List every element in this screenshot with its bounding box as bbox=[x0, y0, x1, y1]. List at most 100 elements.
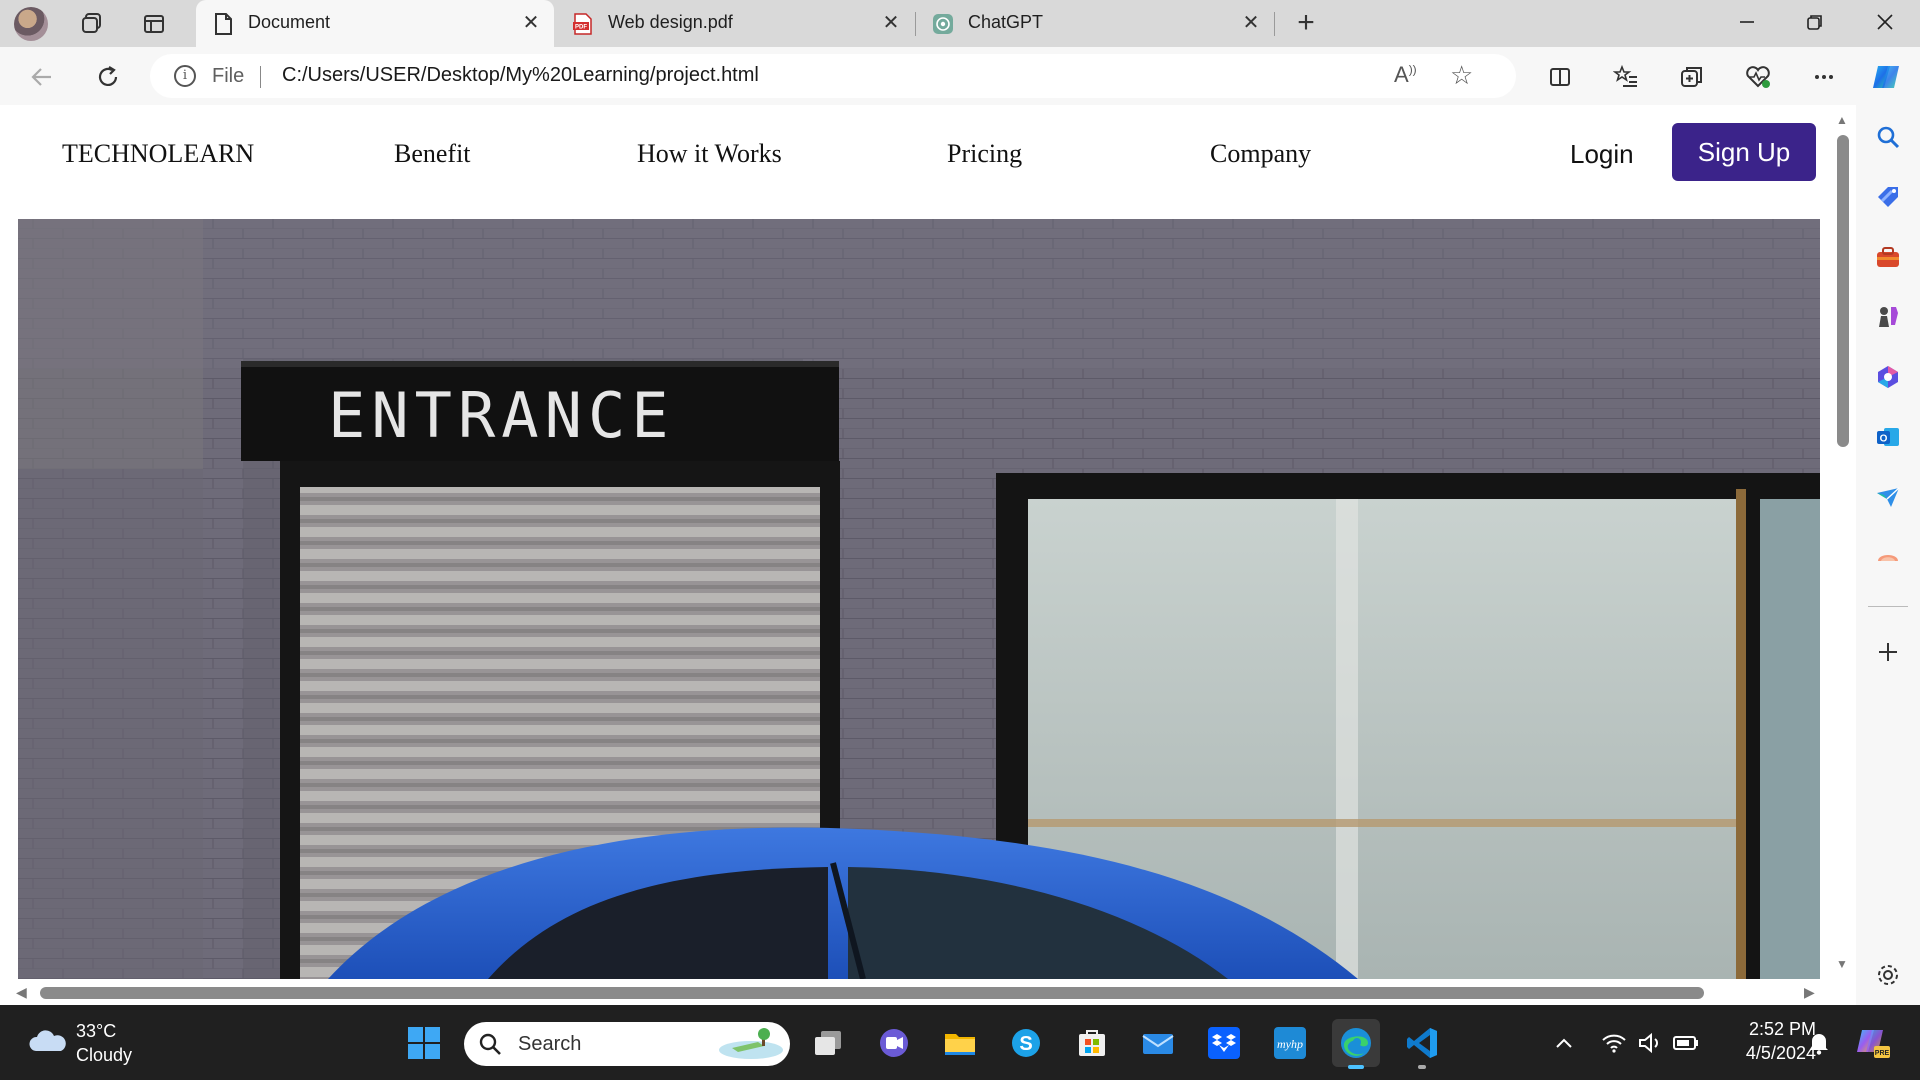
start-button[interactable] bbox=[400, 1019, 448, 1067]
more-dots-icon bbox=[1815, 75, 1833, 79]
volume-icon[interactable] bbox=[1634, 1025, 1666, 1061]
myhp-icon: myhp bbox=[1274, 1027, 1306, 1059]
collections-icon bbox=[1681, 67, 1702, 87]
weather-temp: 33°C bbox=[76, 1021, 117, 1041]
sidebar-search-icon[interactable] bbox=[1872, 121, 1904, 153]
profile-avatar[interactable] bbox=[14, 7, 48, 41]
refresh-icon bbox=[98, 66, 118, 86]
dropbox-button[interactable] bbox=[1200, 1019, 1248, 1067]
read-aloud-icon[interactable]: A)) bbox=[1394, 62, 1417, 88]
document-icon bbox=[215, 13, 232, 35]
minimize-button[interactable] bbox=[1722, 6, 1772, 42]
split-screen-button[interactable] bbox=[1540, 57, 1580, 97]
taskbar-clock[interactable]: 2:52 PM 4/5/2024 bbox=[1716, 1017, 1816, 1065]
tab-title: Document bbox=[248, 12, 331, 32]
running-app-indicator bbox=[1418, 1065, 1426, 1069]
tab-document[interactable]: Document ✕ bbox=[196, 0, 554, 47]
task-view-button[interactable] bbox=[804, 1019, 852, 1067]
close-tab-icon[interactable]: ✕ bbox=[880, 12, 902, 34]
favorite-star-icon[interactable]: ☆ bbox=[1450, 60, 1473, 91]
copilot-icon bbox=[1873, 66, 1899, 88]
workspaces-icon[interactable] bbox=[74, 6, 110, 42]
close-tab-icon[interactable]: ✕ bbox=[520, 12, 542, 34]
scroll-down-arrow-icon[interactable]: ▼ bbox=[1836, 957, 1848, 971]
sidebar-designer-icon[interactable] bbox=[1872, 541, 1904, 573]
taskbar-search[interactable]: Search bbox=[464, 1022, 790, 1066]
close-tab-icon[interactable]: ✕ bbox=[1240, 12, 1262, 34]
copilot-button[interactable] bbox=[1866, 57, 1906, 97]
weather-widget[interactable]: 33°C Cloudy bbox=[28, 1019, 188, 1069]
tab-web-design-pdf[interactable]: PDF Web design.pdf ✕ bbox=[556, 0, 914, 47]
dropbox-icon bbox=[1208, 1027, 1240, 1059]
hero-photo: ENTRANCE bbox=[18, 219, 1820, 979]
sidebar-drop-icon[interactable] bbox=[1872, 481, 1904, 513]
split-screen-icon bbox=[1550, 68, 1570, 86]
url-text[interactable]: C:/Users/USER/Desktop/My%20Learning/proj… bbox=[282, 64, 759, 87]
address-bar[interactable]: i File C:/Users/USER/Desktop/My%20Learni… bbox=[150, 54, 1516, 98]
edge-taskbar-button[interactable] bbox=[1332, 1019, 1380, 1069]
sidebar-games-icon[interactable] bbox=[1872, 301, 1904, 333]
copilot-taskbar-icon[interactable]: PRE bbox=[1852, 1025, 1892, 1061]
address-divider bbox=[260, 66, 261, 88]
teams-button[interactable] bbox=[870, 1019, 918, 1067]
browser-toolbar: i File C:/Users/USER/Desktop/My%20Learni… bbox=[0, 47, 1920, 105]
tab-separator bbox=[1274, 12, 1275, 36]
scroll-right-arrow-icon[interactable]: ▶ bbox=[1804, 984, 1815, 1001]
search-highlight-icon bbox=[719, 1028, 783, 1059]
hero-image: ENTRANCE bbox=[18, 219, 1820, 979]
svg-text:PDF: PDF bbox=[575, 25, 587, 31]
login-link[interactable]: Login bbox=[1570, 139, 1634, 170]
nav-link-company[interactable]: Company bbox=[1210, 139, 1311, 169]
site-navbar: TECHNOLEARN Benefit How it Works Pricing… bbox=[0, 105, 1830, 220]
tab-title: Web design.pdf bbox=[608, 12, 733, 32]
scroll-up-arrow-icon[interactable]: ▲ bbox=[1836, 113, 1848, 127]
vertical-tabs-icon[interactable] bbox=[136, 6, 172, 42]
horizontal-scroll-thumb[interactable] bbox=[40, 987, 1704, 999]
skype-icon: S bbox=[1012, 1029, 1040, 1057]
notification-bell-icon[interactable] bbox=[1804, 1025, 1834, 1061]
browser-tab-strip: Document ✕ PDF Web design.pdf ✕ ChatGPT … bbox=[0, 0, 1920, 47]
nav-link-how-it-works[interactable]: How it Works bbox=[637, 139, 782, 169]
brand-logo[interactable]: TECHNOLEARN bbox=[62, 139, 254, 169]
sidebar-outlook-icon[interactable]: O bbox=[1872, 421, 1904, 453]
horizontal-scrollbar[interactable]: ◀ ▶ bbox=[0, 980, 1830, 1005]
close-window-button[interactable] bbox=[1860, 6, 1910, 42]
sidebar-add-icon[interactable] bbox=[1872, 636, 1904, 668]
nav-link-pricing[interactable]: Pricing bbox=[947, 139, 1022, 169]
vscode-button[interactable] bbox=[1398, 1019, 1446, 1069]
back-button[interactable] bbox=[22, 57, 62, 97]
settings-more-button[interactable] bbox=[1804, 57, 1844, 97]
vertical-scroll-thumb[interactable] bbox=[1837, 135, 1849, 447]
battery-icon[interactable] bbox=[1670, 1025, 1702, 1061]
myhp-button[interactable]: myhp bbox=[1266, 1019, 1314, 1067]
vscode-icon bbox=[1407, 1028, 1437, 1058]
heart-pulse-icon bbox=[1746, 66, 1770, 88]
vertical-scrollbar[interactable]: ▲ ▼ bbox=[1830, 105, 1856, 980]
sidebar-tools-icon[interactable] bbox=[1872, 241, 1904, 273]
teams-chat-icon bbox=[880, 1029, 908, 1057]
nav-link-benefit[interactable]: Benefit bbox=[394, 139, 471, 169]
site-info-icon[interactable]: i bbox=[174, 65, 196, 87]
edge-sidebar: O bbox=[1856, 105, 1920, 1005]
show-hidden-icons-chevron-icon[interactable] bbox=[1552, 1025, 1576, 1061]
scroll-left-arrow-icon[interactable]: ◀ bbox=[16, 984, 27, 1001]
restore-button[interactable] bbox=[1790, 6, 1840, 42]
signup-button[interactable]: Sign Up bbox=[1672, 123, 1816, 181]
store-button[interactable] bbox=[1068, 1019, 1116, 1067]
copilot-pre-badge: PRE bbox=[1875, 1050, 1890, 1057]
sidebar-settings-gear-icon[interactable] bbox=[1872, 959, 1904, 991]
sidebar-microsoft365-icon[interactable] bbox=[1872, 361, 1904, 393]
skype-button[interactable]: S bbox=[1002, 1019, 1050, 1067]
sidebar-shopping-icon[interactable] bbox=[1872, 181, 1904, 213]
new-tab-button[interactable]: + bbox=[1290, 8, 1322, 40]
collections-button[interactable] bbox=[1672, 57, 1712, 97]
browser-essentials-button[interactable] bbox=[1738, 57, 1778, 97]
wifi-icon[interactable] bbox=[1598, 1025, 1630, 1061]
file-explorer-button[interactable] bbox=[936, 1019, 984, 1067]
folder-icon bbox=[945, 1034, 975, 1055]
refresh-button[interactable] bbox=[88, 57, 128, 97]
pdf-icon: PDF bbox=[573, 13, 592, 35]
tab-chatgpt[interactable]: ChatGPT ✕ bbox=[916, 0, 1274, 47]
mail-button[interactable] bbox=[1134, 1019, 1182, 1067]
favorites-button[interactable] bbox=[1606, 57, 1646, 97]
